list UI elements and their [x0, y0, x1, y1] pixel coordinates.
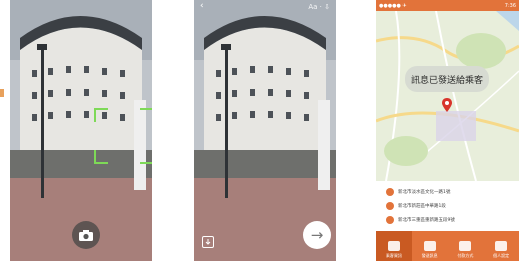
taxi-icon	[386, 188, 394, 196]
trip-info-panel: 新北市淡水區文化一路1號 新北市新莊區中華路1段 新北市三重區重新路五段9號	[376, 181, 519, 231]
info-row-pickup: 新北市淡水區文化一路1號	[386, 188, 450, 196]
next-button[interactable]: →	[303, 221, 331, 249]
camera-icon	[79, 229, 93, 241]
map-screen: ●●●●● ✈ 7:36 訊息已發送給乘客 新北市淡水區文化一路1號 新北市新莊…	[376, 0, 519, 261]
tab-send-message[interactable]: 發送訊息	[412, 231, 448, 261]
flag-icon	[386, 216, 394, 224]
focus-corner-bl	[94, 150, 108, 164]
status-time: 7:36	[504, 2, 516, 9]
user-settings-icon	[495, 241, 508, 251]
save-button[interactable]	[202, 236, 214, 248]
destination-address: 新北市三重區重新路五段9號	[398, 218, 455, 223]
person-icon	[387, 241, 400, 251]
tab-payment[interactable]: 付款方式	[448, 231, 484, 261]
download-icon	[205, 239, 211, 245]
message-sent-bubble: 訊息已發送給乘客	[405, 66, 489, 92]
signal-indicator: ●●●●● ✈	[379, 2, 407, 9]
map-icon	[423, 241, 436, 251]
tab-settings[interactable]: 個人設定	[483, 231, 519, 261]
info-row-location: 新北市新莊區中華路1段	[386, 202, 446, 210]
tab-passenger-info[interactable]: 乘客資訊	[376, 231, 412, 261]
location-pin-icon[interactable]	[442, 98, 452, 112]
map-view[interactable]: 訊息已發送給乘客	[376, 11, 519, 181]
info-row-destination: 新北市三重區重新路五段9號	[386, 216, 455, 224]
focus-corner-tr	[140, 108, 152, 122]
text-tools[interactable]: Aa · ⇩	[308, 3, 330, 11]
current-address: 新北市新莊區中華路1段	[398, 204, 446, 209]
focus-corner-br	[140, 150, 152, 164]
focus-corner-tl	[94, 108, 108, 122]
pin-icon	[386, 202, 394, 210]
back-chevron-icon[interactable]: ‹	[200, 1, 204, 11]
hand-icon	[459, 241, 472, 251]
camera-screen	[10, 0, 152, 261]
status-bar: ●●●●● ✈ 7:36	[376, 0, 519, 11]
arrow-right-icon: →	[310, 226, 324, 244]
side-indicator	[0, 89, 4, 97]
pickup-address: 新北市淡水區文化一路1號	[398, 190, 451, 195]
photo-review-screen: ‹ Aa · ⇩ →	[194, 0, 336, 261]
bottom-tab-bar: 乘客資訊 發送訊息 付款方式 個人設定	[376, 231, 519, 261]
shutter-button[interactable]	[72, 221, 100, 249]
